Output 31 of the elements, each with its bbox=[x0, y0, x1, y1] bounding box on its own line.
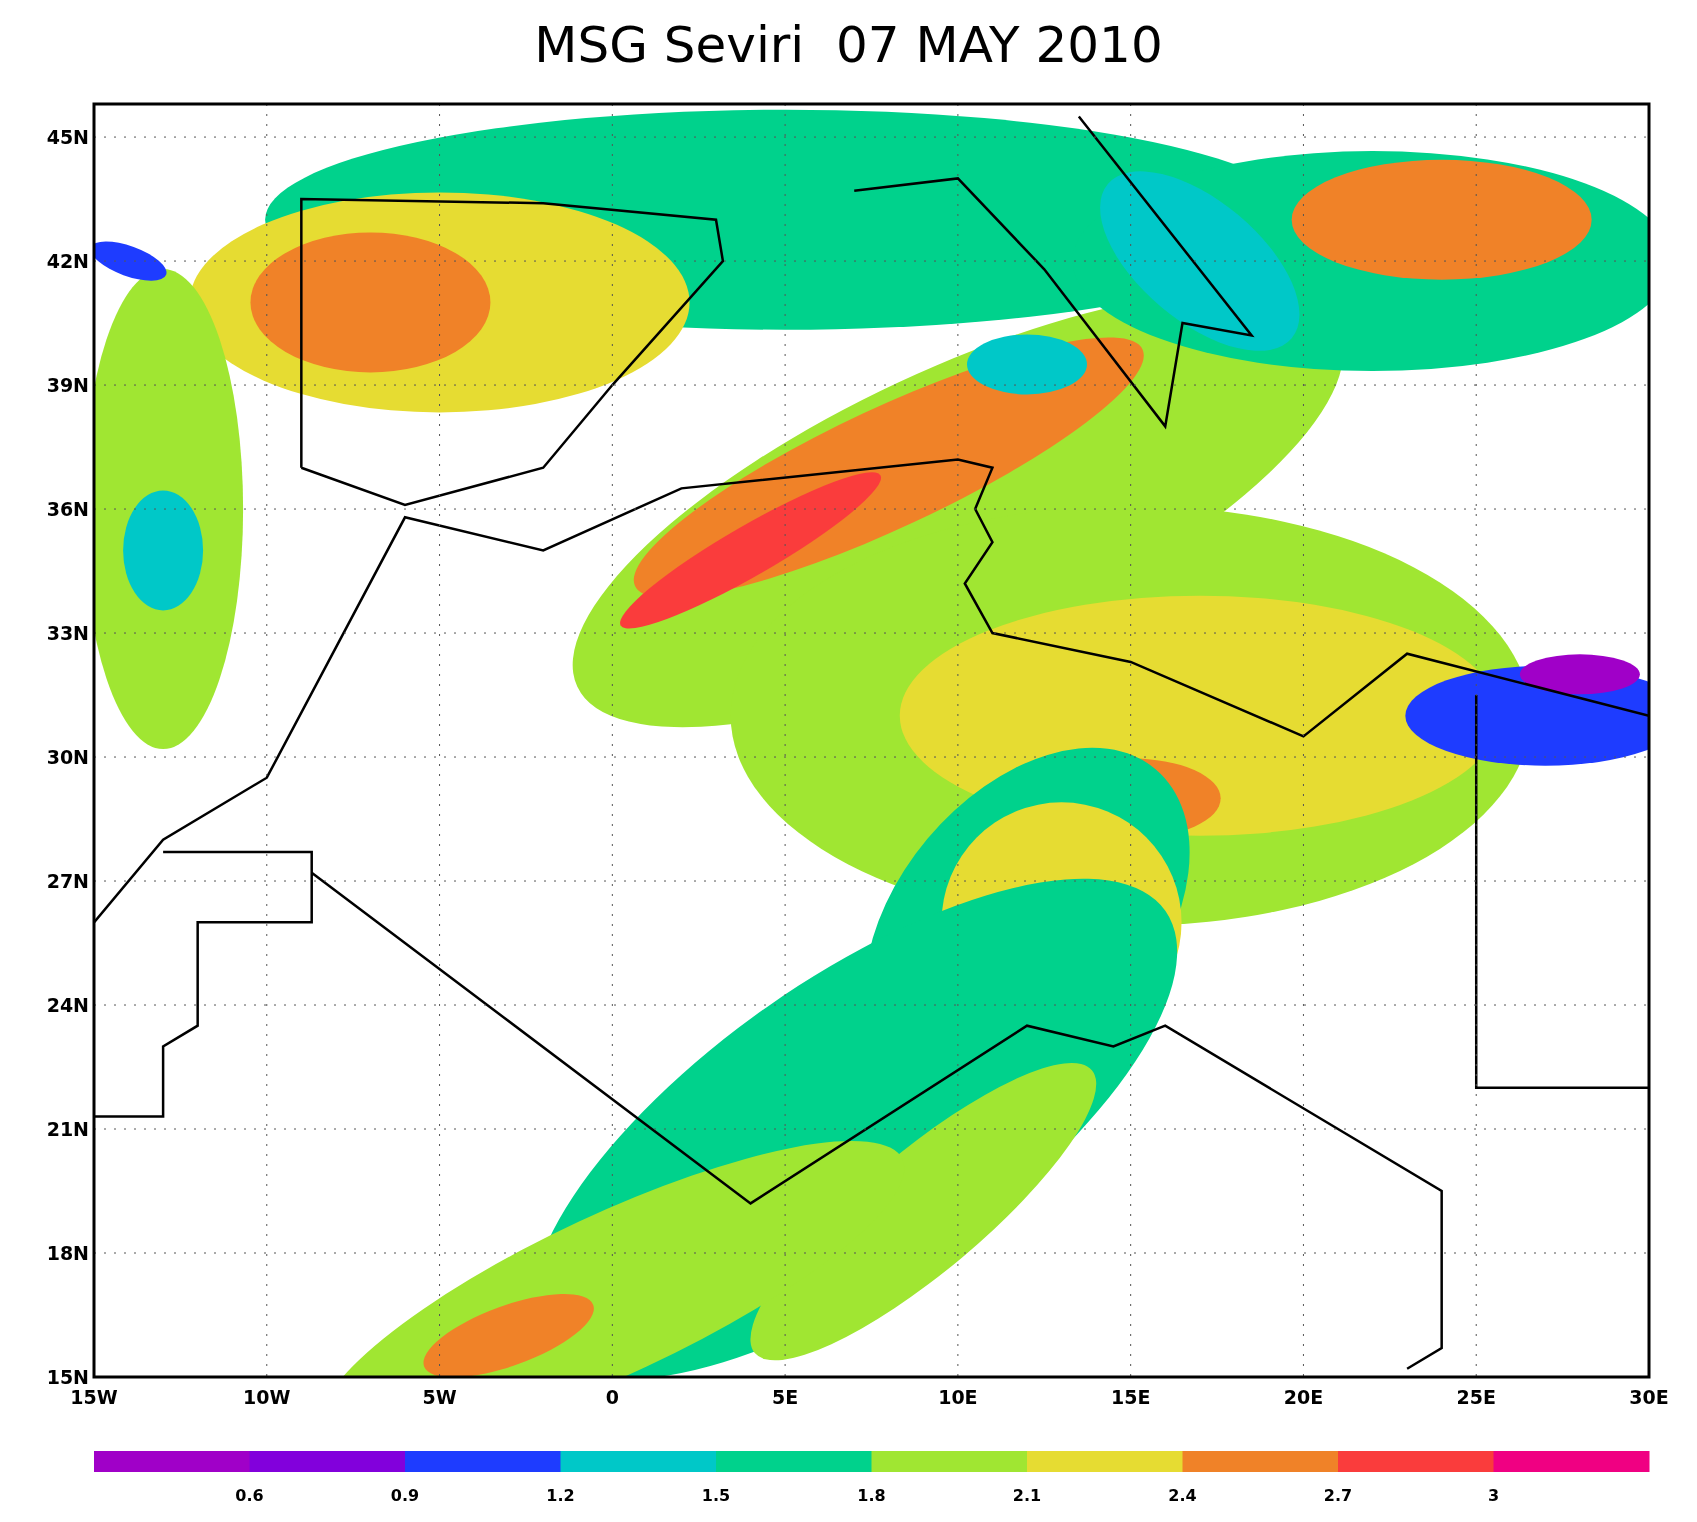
latitude-label: 42N bbox=[46, 250, 89, 273]
colorbar-label: 1.2 bbox=[546, 1486, 575, 1505]
latitude-label: 45N bbox=[46, 126, 89, 149]
colorbar-label: 1.5 bbox=[701, 1486, 731, 1505]
colorbar-label: 2.1 bbox=[1012, 1486, 1042, 1505]
colorbar-label: 2.7 bbox=[1323, 1486, 1353, 1505]
colorbar-label: 0.6 bbox=[235, 1486, 264, 1505]
longitude-label: 15W bbox=[70, 1386, 118, 1408]
latitude-label: 36N bbox=[46, 498, 89, 521]
colorbar-label: 0.9 bbox=[390, 1486, 420, 1505]
latitude-label: 39N bbox=[46, 374, 89, 397]
longitude-label: 0 bbox=[605, 1386, 619, 1408]
latitude-label: 33N bbox=[46, 622, 89, 645]
colorbar-label: 1.8 bbox=[857, 1486, 886, 1505]
longitude-label: 10E bbox=[938, 1386, 978, 1408]
latitude-label: 30N bbox=[46, 746, 89, 769]
latitude-label: 27N bbox=[46, 870, 89, 893]
longitude-label: 15E bbox=[1110, 1386, 1151, 1408]
longitude-label: 25E bbox=[1456, 1386, 1496, 1408]
latitude-label: 15N bbox=[46, 1366, 89, 1388]
latitude-label: 18N bbox=[46, 1242, 89, 1264]
latitude-label: 21N bbox=[46, 1118, 89, 1140]
longitude-label: 5E bbox=[772, 1386, 799, 1408]
longitude-label: 10W bbox=[243, 1386, 291, 1408]
latitude-label: 24N bbox=[46, 994, 89, 1016]
longitude-label: 30E bbox=[1629, 1386, 1669, 1408]
longitude-label: 5W bbox=[422, 1386, 457, 1408]
plot-title: MSG Seviri 07 MAY 2010 bbox=[534, 20, 1163, 76]
longitude-label: 20E bbox=[1283, 1386, 1324, 1408]
colorbar-label: 3 bbox=[1487, 1486, 1500, 1505]
colorbar-label: 2.4 bbox=[1168, 1486, 1197, 1505]
